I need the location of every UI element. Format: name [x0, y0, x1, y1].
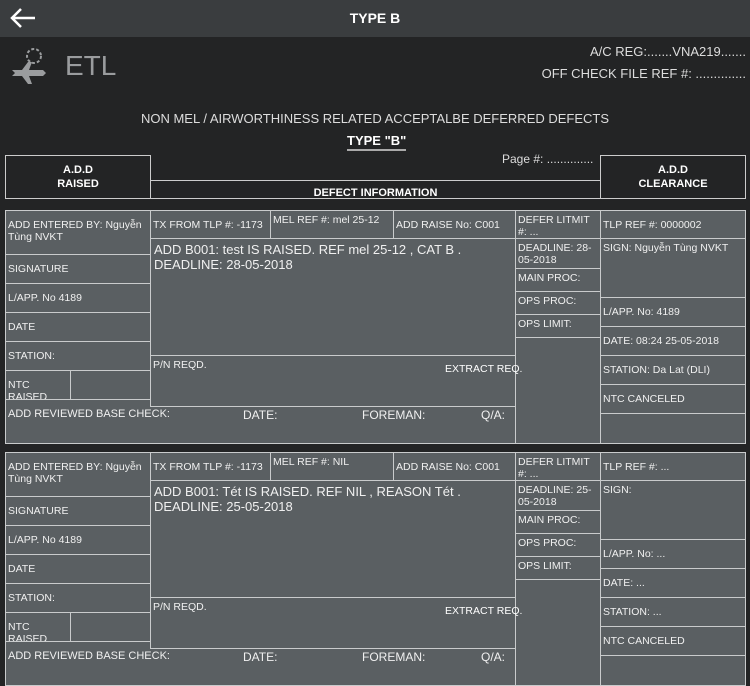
defect-description-cell[interactable]: ADD B001: Tét IS RAISED. REF NIL , REASO… [150, 480, 516, 598]
tx-from-tlp-cell[interactable]: TX FROM TLP #: -1173 [150, 210, 271, 239]
ac-reg: A/C REG:.......VNA219....... [589, 44, 746, 59]
nav-bar: TYPE B [0, 0, 750, 37]
ntc-raised-value-cell[interactable] [70, 370, 151, 400]
raised-station-cell[interactable]: STATION: [5, 583, 151, 613]
off-check-file-ref: OFF CHECK FILE REF #: .............. [541, 66, 746, 81]
qa-label: Q/A: [481, 408, 506, 422]
defer-limit-cell[interactable]: DEFER LITMIT #: ... [515, 210, 601, 239]
extract-req-label: EXTRACT REQ. [445, 605, 523, 617]
ntc-raised-cell[interactable]: NTC RAISED [5, 370, 71, 400]
main-proc-cell[interactable]: MAIN PROC: [515, 510, 601, 534]
add-raise-no-cell[interactable]: ADD RAISE No: C001 [393, 210, 516, 239]
clearance-date-cell[interactable]: DATE: ... [600, 568, 746, 598]
etl-logo-icon [12, 48, 46, 84]
entered-by-cell[interactable]: ADD ENTERED BY: Nguyễn Tùng NVKT [5, 210, 151, 255]
add-entry: ADD ENTERED BY: Nguyễn Tùng NVKT SIGNATUR… [0, 452, 750, 686]
col-header-line: A.D.D [63, 164, 93, 176]
form-subtitle: NON MEL / AIRWORTHINESS RELATED ACCEPTAL… [140, 111, 610, 126]
clearance-lapp-cell[interactable]: L/APP. No: 4189 [600, 297, 746, 327]
deadline-cell[interactable]: DEADLINE: 25-05-2018 [515, 480, 601, 511]
qa-label: Q/A: [481, 650, 506, 664]
col-header-line: RAISED [57, 178, 99, 190]
defer-limit-cell[interactable]: DEFER LITMIT #: ... [515, 452, 601, 481]
foreman-label: FOREMAN: [362, 650, 426, 664]
raised-date-cell[interactable]: DATE [5, 554, 151, 584]
ntc-raised-cell[interactable]: NTC RAISED [5, 612, 71, 642]
signature-cell[interactable]: SIGNATURE [5, 254, 151, 284]
main-proc-cell[interactable]: MAIN PROC: [515, 268, 601, 292]
nav-title: TYPE B [349, 10, 401, 26]
tlp-ref-cell[interactable]: TLP REF #: ... [600, 452, 746, 481]
reviewed-date-label: DATE: [243, 650, 278, 664]
col-header-line: CLEARANCE [638, 178, 708, 190]
ops-limit-cell[interactable]: OPS LIMIT: [515, 556, 601, 580]
col-header-add-clearance: A.D.D CLEARANCE [600, 155, 746, 199]
reviewed-base-check-label: ADD REVIEWED BASE CHECK: [8, 408, 170, 420]
raised-date-cell[interactable]: DATE [5, 312, 151, 342]
tlp-ref-cell[interactable]: TLP REF #: 0000002 [600, 210, 746, 239]
col-header-add-raised: A.D.D RAISED [5, 155, 151, 199]
page-number: Page #: .............. [502, 152, 594, 166]
ntc-canceled-cell[interactable]: NTC CANCELED [600, 626, 746, 656]
entered-by-cell[interactable]: ADD ENTERED BY: Nguyễn Tùng NVKT [5, 452, 151, 497]
mel-ref-cell[interactable]: MEL REF #: NIL [270, 452, 394, 481]
defer-empty-cell[interactable] [515, 579, 601, 686]
add-entry: ADD ENTERED BY: Nguyễn Tùng NVKT SIGNATUR… [0, 210, 750, 444]
signature-cell[interactable]: SIGNATURE [5, 496, 151, 526]
raised-station-cell[interactable]: STATION: [5, 341, 151, 371]
col-header-line: A.D.D [658, 164, 688, 176]
clearance-date-cell[interactable]: DATE: 08:24 25-05-2018 [600, 326, 746, 356]
defect-description-cell[interactable]: ADD B001: test IS RAISED. REF mel 25-12 … [150, 238, 516, 356]
clearance-empty-cell[interactable] [600, 655, 746, 686]
raised-lapp-cell[interactable]: L/APP. No 4189 [5, 525, 151, 555]
ops-limit-cell[interactable]: OPS LIMIT: [515, 314, 601, 338]
raised-lapp-cell[interactable]: L/APP. No 4189 [5, 283, 151, 313]
ops-proc-cell[interactable]: OPS PROC: [515, 291, 601, 315]
foreman-label: FOREMAN: [362, 408, 426, 422]
extract-req-label: EXTRACT REQ. [445, 363, 523, 375]
reviewed-date-label: DATE: [243, 408, 278, 422]
clearance-station-cell[interactable]: STATION: Da Lat (DLI) [600, 355, 746, 385]
clearance-lapp-cell[interactable]: L/APP. No: ... [600, 539, 746, 569]
ntc-canceled-cell[interactable]: NTC CANCELED [600, 384, 746, 414]
ntc-raised-value-cell[interactable] [70, 612, 151, 642]
clearance-station-cell[interactable]: STATION: ... [600, 597, 746, 627]
type-label: TYPE "B" [347, 133, 407, 151]
sign-cell[interactable]: SIGN: [600, 480, 746, 540]
reviewed-base-check-label: ADD REVIEWED BASE CHECK: [8, 650, 170, 662]
tx-from-tlp-cell[interactable]: TX FROM TLP #: -1173 [150, 452, 271, 481]
add-raise-no-cell[interactable]: ADD RAISE No: C001 [393, 452, 516, 481]
clearance-empty-cell[interactable] [600, 413, 746, 444]
mel-ref-cell[interactable]: MEL REF #: mel 25-12 [270, 210, 394, 239]
defer-empty-cell[interactable] [515, 337, 601, 444]
deadline-cell[interactable]: DEADLINE: 28-05-2018 [515, 238, 601, 269]
ops-proc-cell[interactable]: OPS PROC: [515, 533, 601, 557]
col-header-defect-info: DEFECT INFORMATION [150, 180, 601, 199]
sign-cell[interactable]: SIGN: Nguyễn Tùng NVKT [600, 238, 746, 298]
logo-text: ETL [65, 50, 117, 81]
